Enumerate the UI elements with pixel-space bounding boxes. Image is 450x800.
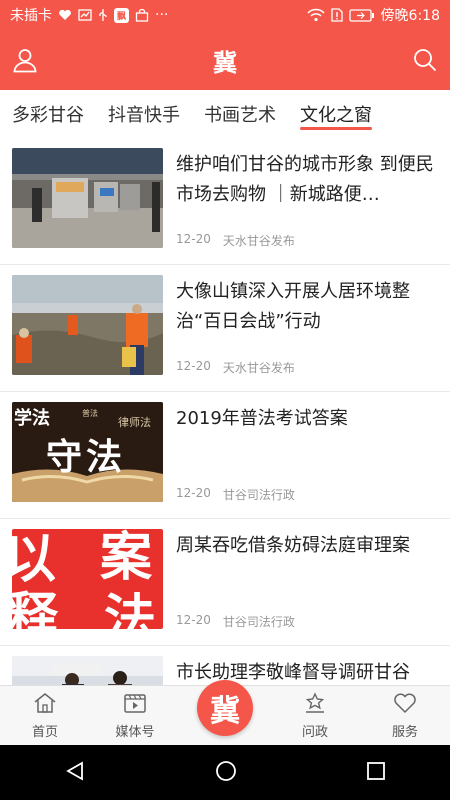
recents-square-icon[interactable] — [366, 761, 386, 785]
clock-text: 傍晚6:18 — [380, 8, 440, 24]
tab-wenhua-zhichuang[interactable]: 文化之窗 — [288, 90, 384, 138]
category-tabs: 多彩甘谷 抖音快手 书画艺术 文化之窗 — [0, 90, 450, 139]
app-header: 冀 — [0, 30, 450, 90]
page-title: 冀 — [213, 47, 237, 77]
article-source: 天水甘谷发布 — [222, 234, 295, 248]
heart-notification-icon — [58, 9, 72, 21]
thumb-char-shi: 释 — [12, 587, 59, 629]
search-icon[interactable] — [412, 47, 438, 73]
list-item[interactable]: 学法 普法 律师法 守法 2019年普法考试答案 12-20 甘谷司法行政 — [0, 392, 450, 519]
nav-home[interactable]: 首页 — [5, 686, 85, 746]
sim-alert-icon — [330, 8, 343, 22]
back-icon[interactable] — [64, 760, 86, 786]
battery-icon — [348, 8, 375, 22]
article-thumbnail — [12, 148, 163, 248]
wifi-icon — [307, 8, 325, 22]
star-person-icon — [303, 692, 327, 721]
status-bar: 未插卡 飘 ··· 傍晚6:18 — [0, 0, 450, 30]
thumb-text-shoufa: 守法 — [46, 436, 127, 478]
nav-media-label: 媒体号 — [115, 725, 155, 740]
system-nav-bar — [0, 745, 450, 800]
tab-shuhua-yishu[interactable]: 书画艺术 — [192, 90, 288, 138]
bag-notification-icon — [135, 8, 149, 22]
list-item[interactable]: 以 案 释 法 周某吞吃借条妨碍法庭审理案 12-20 甘谷司法行政 — [0, 519, 450, 646]
article-meta: 12-20 甘谷司法行政 — [176, 613, 295, 630]
carrier-text: 未插卡 — [10, 8, 52, 24]
nav-ask[interactable]: 问政 — [275, 686, 355, 746]
article-date: 12-20 — [176, 359, 211, 373]
article-source: 天水甘谷发布 — [222, 361, 295, 375]
article-thumbnail: 学法 普法 律师法 守法 — [12, 402, 163, 502]
nav-media[interactable]: 媒体号 — [95, 686, 175, 746]
chart-notification-icon — [78, 9, 92, 21]
article-date: 12-20 — [176, 613, 211, 627]
thumb-text-xuefa: 学法 — [14, 408, 50, 429]
article-thumbnail — [12, 656, 163, 685]
article-date: 12-20 — [176, 486, 211, 500]
nav-service[interactable]: 服务 — [365, 686, 445, 746]
home-circle-icon[interactable] — [215, 760, 237, 786]
heart-icon — [393, 692, 417, 721]
article-source: 甘谷司法行政 — [222, 615, 295, 629]
user-icon[interactable] — [12, 47, 38, 73]
nav-service-label: 服务 — [391, 725, 418, 740]
article-thumbnail: 以 案 释 法 — [12, 529, 163, 629]
article-meta: 12-20 天水甘谷发布 — [176, 359, 295, 376]
video-icon — [123, 692, 147, 721]
thumb-char-fa: 法 — [104, 589, 157, 629]
article-title: 维护咱们甘谷的城市形象 到便民市场去购物 ｜新城路便… — [176, 154, 434, 205]
app-notification-badge: 飘 — [114, 7, 130, 23]
article-title: 2019年普法考试答案 — [176, 408, 348, 429]
article-date: 12-20 — [176, 232, 211, 246]
more-notifications-text: ··· — [155, 7, 169, 23]
list-item[interactable]: 维护咱们甘谷的城市形象 到便民市场去购物 ｜新城路便… 12-20 天水甘谷发布 — [0, 138, 450, 265]
bottom-nav: 首页 媒体号 冀 问政 服务 — [0, 680, 450, 746]
article-source: 甘谷司法行政 — [222, 488, 295, 502]
tab-douyin-kuaishou[interactable]: 抖音快手 — [96, 90, 192, 138]
list-item[interactable]: 大像山镇深入开展人居环境整治“百日会战”行动 12-20 天水甘谷发布 — [0, 265, 450, 392]
article-thumbnail — [12, 275, 163, 375]
article-title: 大像山镇深入开展人居环境整治“百日会战”行动 — [176, 281, 410, 332]
nav-center-button[interactable]: 冀 — [197, 680, 253, 736]
tab-duocai-gangu[interactable]: 多彩甘谷 — [0, 90, 96, 138]
article-list: 维护咱们甘谷的城市形象 到便民市场去购物 ｜新城路便… 12-20 天水甘谷发布 — [0, 138, 450, 685]
article-meta: 12-20 天水甘谷发布 — [176, 232, 295, 249]
home-icon — [33, 692, 57, 721]
article-meta: 12-20 甘谷司法行政 — [176, 486, 295, 503]
usb-icon — [98, 8, 108, 22]
thumb-text-pufa: 普法 — [82, 409, 98, 418]
nav-ask-label: 问政 — [301, 725, 328, 740]
article-title: 周某吞吃借条妨碍法庭审理案 — [176, 535, 410, 556]
nav-home-label: 首页 — [31, 725, 58, 740]
